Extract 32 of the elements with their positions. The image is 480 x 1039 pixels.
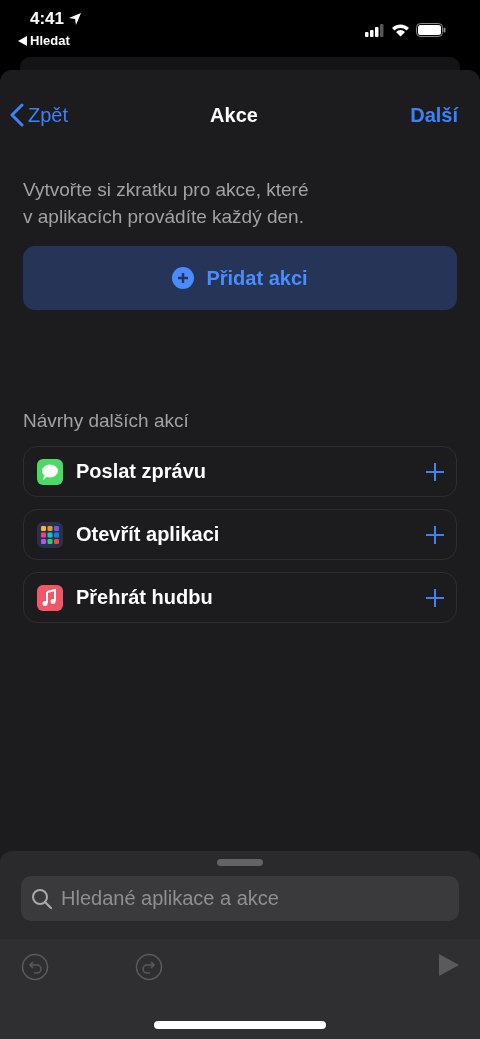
battery-icon bbox=[416, 23, 446, 37]
add-icon[interactable] bbox=[425, 524, 445, 545]
back-label[interactable]: Zpět bbox=[28, 103, 69, 127]
add-action-button[interactable]: Přidat akci bbox=[23, 246, 457, 310]
suggestion-row[interactable]: Přehrát hudbu bbox=[23, 572, 457, 623]
description-text: Vytvořte si zkratku pro akce, které v aplikacích provádíte každý den. bbox=[23, 178, 310, 229]
next-button[interactable]: Další bbox=[410, 103, 458, 127]
location-arrow-icon bbox=[68, 12, 83, 26]
music-note-icon bbox=[37, 584, 63, 611]
screen-title: Akce bbox=[210, 103, 258, 127]
signal-icon bbox=[365, 23, 385, 37]
search-bar[interactable]: Hledané aplikace a akce bbox=[21, 876, 459, 921]
clock-time: 4:41 bbox=[18, 9, 83, 29]
speech-bubble-icon bbox=[37, 458, 63, 485]
suggestion-label: Otevřít aplikaci bbox=[76, 523, 221, 546]
suggestion-row[interactable]: Poslat zprávu bbox=[23, 446, 457, 497]
back-button[interactable]: Zpět bbox=[10, 103, 69, 127]
search-input[interactable]: Hledané aplikace a akce bbox=[59, 886, 449, 911]
chevron-left-icon bbox=[10, 103, 24, 127]
suggestion-label: Poslat zprávu bbox=[76, 460, 208, 483]
add-icon[interactable] bbox=[425, 587, 445, 608]
app-grid-icon bbox=[37, 521, 63, 548]
plus-circle-icon bbox=[172, 267, 195, 289]
add-icon[interactable] bbox=[425, 461, 445, 482]
suggestion-label: Přehrát hudbu bbox=[76, 586, 214, 609]
drag-handle[interactable] bbox=[217, 859, 263, 866]
section-heading: Návrhy dalších akcí bbox=[23, 410, 190, 432]
search-icon bbox=[31, 887, 53, 910]
suggestion-row[interactable]: Otevřít aplikaci bbox=[23, 509, 457, 560]
back-triangle-icon bbox=[18, 35, 27, 46]
back-to-app-link[interactable]: Hledat bbox=[18, 33, 83, 48]
wifi-icon bbox=[391, 23, 410, 37]
